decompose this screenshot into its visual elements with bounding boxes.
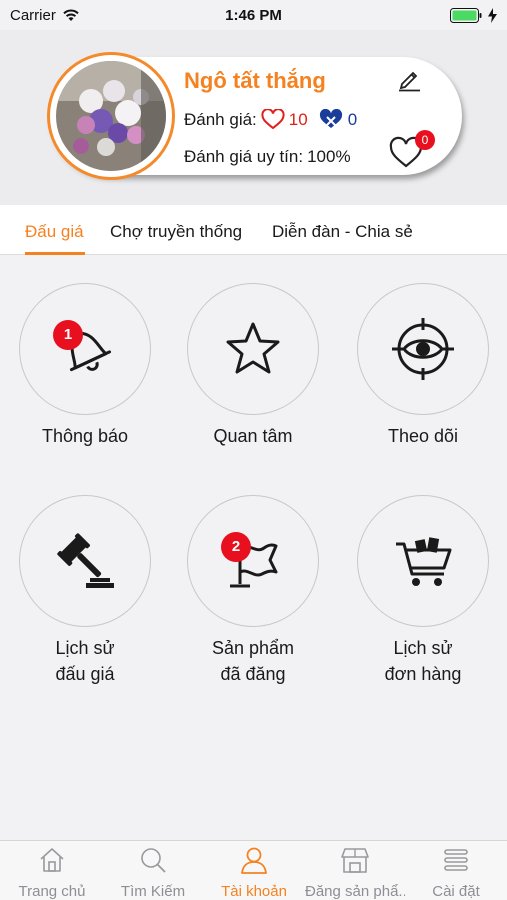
battery bbox=[450, 7, 497, 23]
user-icon bbox=[241, 847, 267, 874]
interests-item[interactable]: Quan tâm bbox=[173, 283, 333, 449]
order-history-item[interactable]: Lịch sử đơn hàng bbox=[343, 495, 503, 687]
posted-products-circle[interactable]: 2 bbox=[187, 495, 319, 627]
following-item[interactable]: Theo dõi bbox=[343, 283, 503, 449]
segment-tabs: Đấu giá Chợ truyền thống Diễn đàn - Chia… bbox=[0, 205, 507, 255]
following-circle[interactable] bbox=[357, 283, 489, 415]
interests-circle[interactable] bbox=[187, 283, 319, 415]
tabbar-post-product-label: Đăng sản phẩ... bbox=[305, 883, 405, 900]
trust-value: 100% bbox=[307, 147, 351, 166]
rating-label: Đánh giá: bbox=[184, 109, 257, 129]
following-label: Theo dõi bbox=[387, 426, 459, 446]
tabbar-home[interactable]: Trang chủ bbox=[2, 845, 102, 900]
auction-history-item[interactable]: Lịch sử đấu giá bbox=[5, 495, 165, 687]
carrier-label: Carrier bbox=[10, 6, 56, 24]
heart-outline-icon bbox=[261, 109, 285, 130]
auction-history-label: Lịch sử đấu giá bbox=[5, 635, 165, 687]
status-bar: Carrier 1:46 PM bbox=[0, 0, 507, 30]
rating-good-count: 10 bbox=[288, 109, 308, 129]
posted-products-label: Sản phẩm đã đăng bbox=[173, 635, 333, 687]
notifications-label: Thông báo bbox=[41, 426, 129, 446]
tabbar-settings[interactable]: Cài đặt bbox=[406, 845, 506, 900]
cart-icon bbox=[396, 537, 452, 586]
tabbar-home-label: Trang chủ bbox=[18, 883, 86, 900]
rating-bad-count: 0 bbox=[347, 109, 358, 129]
user-name: Ngô tất thắng bbox=[184, 68, 326, 93]
tab-auction[interactable]: Đấu giá bbox=[25, 222, 84, 242]
wifi-icon bbox=[63, 9, 79, 21]
home-icon bbox=[40, 848, 64, 872]
tab-traditional-market[interactable]: Chợ truyền thống bbox=[110, 222, 242, 242]
battery-icon bbox=[450, 7, 482, 23]
menu-icon bbox=[444, 849, 468, 871]
posted-products-item[interactable]: 2 Sản phẩm đã đăng bbox=[173, 495, 333, 687]
posted-products-label-line2: đã đăng bbox=[220, 664, 286, 684]
order-history-circle[interactable] bbox=[357, 495, 489, 627]
favorites-badge: 0 bbox=[415, 130, 435, 150]
store-icon bbox=[341, 848, 369, 873]
avatar-image bbox=[56, 61, 166, 171]
order-history-label-line1: Lịch sử bbox=[393, 638, 453, 658]
notifications-badge: 1 bbox=[53, 320, 83, 350]
eye-target-icon bbox=[392, 318, 454, 380]
posted-products-label-line1: Sản phẩm bbox=[211, 638, 295, 658]
gavel-icon bbox=[57, 533, 114, 588]
tabbar-settings-label: Cài đặt bbox=[432, 883, 480, 900]
tab-forum[interactable]: Diễn đàn - Chia sẻ bbox=[272, 222, 413, 242]
edit-icon[interactable] bbox=[396, 66, 422, 92]
active-tab-indicator bbox=[25, 252, 85, 255]
rating-row: Đánh giá: 10 0 bbox=[184, 109, 357, 130]
trust-row: Đánh giá uy tín: 100% bbox=[184, 147, 351, 167]
star-icon bbox=[226, 322, 280, 374]
tabbar-search[interactable]: Tìm Kiếm bbox=[103, 845, 203, 900]
trust-label: Đánh giá uy tín: bbox=[184, 147, 304, 166]
tabbar-account-label: Tài khoản bbox=[221, 883, 287, 900]
order-history-label-line2: đơn hàng bbox=[384, 664, 462, 684]
notifications-item[interactable]: 1 Thông báo bbox=[5, 283, 165, 449]
broken-heart-icon bbox=[319, 109, 342, 128]
charging-icon bbox=[488, 7, 497, 23]
search-icon bbox=[141, 848, 166, 873]
tabbar-post-product[interactable]: Đăng sản phẩ... bbox=[305, 845, 405, 900]
avatar[interactable] bbox=[56, 61, 166, 171]
auction-history-circle[interactable] bbox=[19, 495, 151, 627]
tabbar-account[interactable]: Tài khoản bbox=[204, 845, 304, 900]
auction-history-label-line1: Lịch sử bbox=[55, 638, 115, 658]
notifications-circle[interactable]: 1 bbox=[19, 283, 151, 415]
bottom-tab-bar: Trang chủ Tìm Kiếm Tài khoản Đăng sản ph… bbox=[0, 840, 507, 900]
tabbar-search-label: Tìm Kiếm bbox=[120, 883, 186, 900]
favorites-button[interactable]: 0 bbox=[388, 130, 435, 172]
avatar-frame[interactable] bbox=[47, 52, 175, 180]
posted-products-badge: 2 bbox=[221, 532, 251, 562]
interests-label: Quan tâm bbox=[213, 426, 293, 446]
order-history-label: Lịch sử đơn hàng bbox=[343, 635, 503, 687]
auction-history-label-line2: đấu giá bbox=[55, 664, 115, 684]
